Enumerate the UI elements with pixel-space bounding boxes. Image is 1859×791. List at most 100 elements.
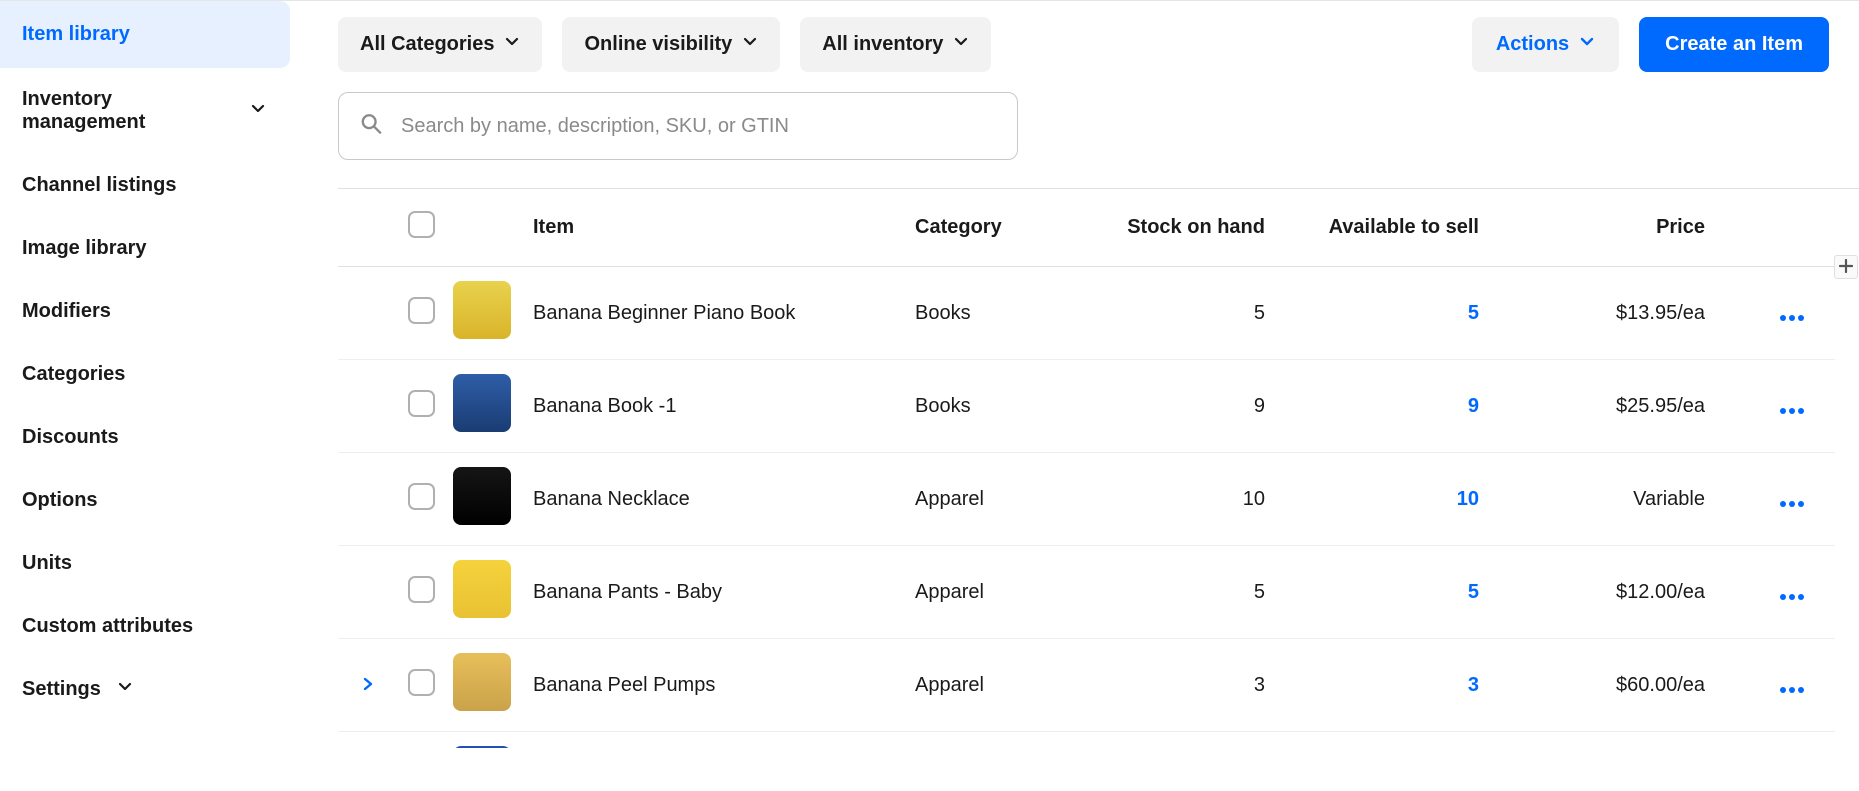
stock-cell: 9 — [1105, 360, 1295, 453]
sidebar-item-label: Discounts — [22, 426, 119, 449]
stock-cell: 3 — [1105, 639, 1295, 732]
filter-inventory[interactable]: All inventory — [800, 17, 991, 72]
sidebar-item-label: Categories — [22, 363, 125, 386]
search-wrap — [338, 92, 1018, 160]
filter-visibility[interactable]: Online visibility — [562, 17, 780, 72]
row-actions-menu[interactable] — [1779, 389, 1805, 422]
table-header-row: Item Category Stock on hand Available to… — [338, 189, 1835, 267]
row-actions-menu[interactable] — [1779, 575, 1805, 608]
stock-cell: 4 — [1105, 732, 1295, 749]
category-cell: Apparel — [905, 453, 1105, 546]
header-price[interactable]: Price — [1495, 189, 1715, 267]
item-thumbnail — [453, 653, 511, 711]
filter-categories[interactable]: All Categories — [338, 17, 542, 72]
sidebar-item-discounts[interactable]: Discounts — [0, 406, 290, 469]
price-cell: $12.00/ea — [1495, 546, 1715, 639]
stock-cell: 10 — [1105, 453, 1295, 546]
add-column-button[interactable] — [1834, 255, 1858, 279]
price-cell: Variable — [1495, 453, 1715, 546]
search-input[interactable] — [338, 92, 1018, 160]
available-link[interactable]: 9 — [1468, 395, 1479, 417]
main-content: All Categories Online visibility All inv… — [290, 1, 1859, 791]
stock-cell: 5 — [1105, 267, 1295, 360]
sidebar-item-channel-listings[interactable]: Channel listings — [0, 154, 290, 217]
item-name-cell[interactable]: Banana Beginner Piano Book — [523, 267, 905, 360]
category-cell: Books — [905, 732, 1105, 749]
sidebar-item-label: Modifiers — [22, 300, 111, 323]
stock-cell: 5 — [1105, 546, 1295, 639]
select-all-checkbox[interactable] — [408, 211, 435, 238]
sidebar-item-units[interactable]: Units — [0, 532, 290, 595]
available-link[interactable]: 5 — [1468, 581, 1479, 603]
sidebar-item-label: Inventory management — [22, 88, 234, 134]
chevron-down-icon — [117, 678, 133, 701]
create-item-label: Create an Item — [1665, 33, 1803, 55]
table-row[interactable]: Banana NecklaceApparel1010Variable — [338, 453, 1835, 546]
category-cell: Apparel — [905, 639, 1105, 732]
row-actions-menu[interactable] — [1779, 668, 1805, 701]
actions-button[interactable]: Actions — [1472, 17, 1619, 72]
row-checkbox[interactable] — [408, 483, 435, 510]
plus-icon — [1839, 257, 1853, 278]
item-name-cell[interactable]: Banana Sticker Book — [523, 732, 905, 749]
sidebar-item-label: Options — [22, 489, 98, 512]
row-checkbox[interactable] — [408, 576, 435, 603]
item-table-container[interactable]: Item Category Stock on hand Available to… — [338, 188, 1859, 748]
item-name-cell[interactable]: Banana Book -1 — [523, 360, 905, 453]
available-link[interactable]: 10 — [1457, 488, 1479, 510]
sidebar-item-label: Image library — [22, 237, 147, 260]
toolbar: All Categories Online visibility All inv… — [338, 17, 1859, 72]
sidebar-item-categories[interactable]: Categories — [0, 343, 290, 406]
search-icon — [360, 113, 382, 140]
header-available[interactable]: Available to sell — [1295, 189, 1495, 267]
available-link[interactable]: 3 — [1468, 674, 1479, 696]
row-checkbox[interactable] — [408, 390, 435, 417]
price-cell: $60.00/ea — [1495, 639, 1715, 732]
item-thumbnail — [453, 560, 511, 618]
table-row[interactable]: Banana Beginner Piano BookBooks55$13.95/… — [338, 267, 1835, 360]
category-cell: Apparel — [905, 546, 1105, 639]
sidebar-item-options[interactable]: Options — [0, 469, 290, 532]
category-cell: Books — [905, 267, 1105, 360]
row-actions-menu[interactable] — [1779, 296, 1805, 329]
sidebar-item-label: Settings — [22, 678, 101, 701]
sidebar-item-modifiers[interactable]: Modifiers — [0, 280, 290, 343]
table-row[interactable]: Banana Pants - BabyApparel55$12.00/ea — [338, 546, 1835, 639]
table-row[interactable]: Banana Peel PumpsApparel33$60.00/ea — [338, 639, 1835, 732]
chevron-down-icon — [250, 100, 266, 123]
item-thumbnail — [453, 467, 511, 525]
sidebar-item-label: Item library — [22, 23, 130, 46]
price-cell: $13.95/ea — [1495, 267, 1715, 360]
row-actions-menu[interactable] — [1779, 482, 1805, 515]
filter-categories-label: All Categories — [360, 33, 494, 56]
actions-label: Actions — [1496, 33, 1569, 56]
header-category[interactable]: Category — [905, 189, 1105, 267]
row-checkbox[interactable] — [408, 669, 435, 696]
sidebar-item-label: Custom attributes — [22, 615, 193, 638]
sidebar: Item library Inventory management Channel … — [0, 1, 290, 791]
item-name-cell[interactable]: Banana Pants - Baby — [523, 546, 905, 639]
row-checkbox[interactable] — [408, 297, 435, 324]
header-item[interactable]: Item — [523, 189, 905, 267]
item-thumbnail — [453, 374, 511, 432]
price-cell: $11.00/ea — [1495, 732, 1715, 749]
chevron-down-icon — [742, 33, 758, 56]
sidebar-item-image-library[interactable]: Image library — [0, 217, 290, 280]
available-link[interactable]: 5 — [1468, 302, 1479, 324]
table-row[interactable]: Banana Book -1Books99$25.95/ea — [338, 360, 1835, 453]
chevron-right-icon[interactable] — [361, 674, 375, 696]
table-row[interactable]: Banana Sticker BookBooks44$11.00/ea — [338, 732, 1835, 749]
sidebar-item-custom-attributes[interactable]: Custom attributes — [0, 595, 290, 658]
header-stock[interactable]: Stock on hand — [1105, 189, 1295, 267]
chevron-down-icon — [1579, 33, 1595, 56]
create-item-button[interactable]: Create an Item — [1639, 17, 1829, 72]
sidebar-item-settings[interactable]: Settings — [0, 658, 290, 721]
sidebar-item-inventory-management[interactable]: Inventory management — [0, 68, 290, 154]
sidebar-item-label: Units — [22, 552, 72, 575]
chevron-down-icon — [953, 33, 969, 56]
item-name-cell[interactable]: Banana Necklace — [523, 453, 905, 546]
item-thumbnail — [453, 746, 511, 748]
sidebar-item-item-library[interactable]: Item library — [0, 1, 290, 68]
filter-inventory-label: All inventory — [822, 33, 943, 56]
item-name-cell[interactable]: Banana Peel Pumps — [523, 639, 905, 732]
